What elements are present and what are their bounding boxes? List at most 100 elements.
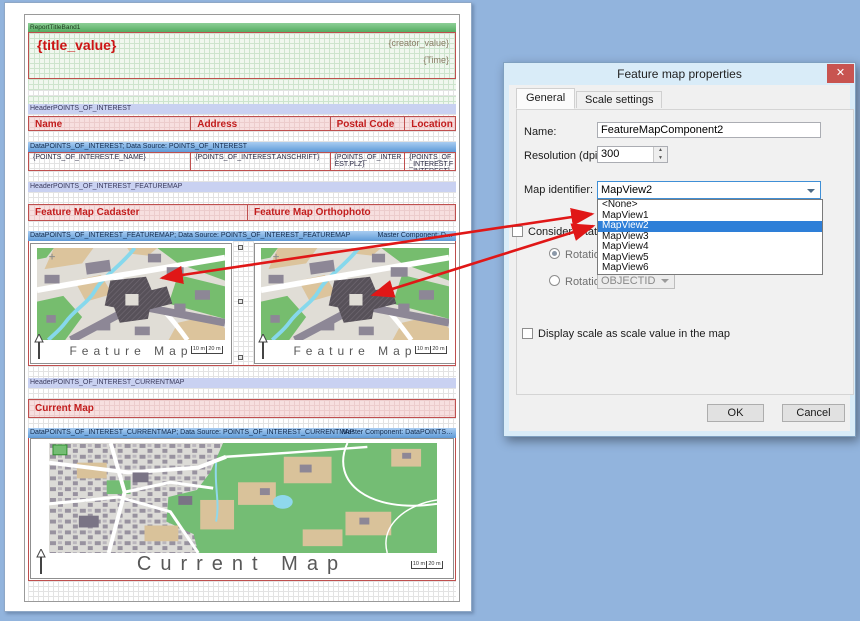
band-header-poi-label: HeaderPOINTS_OF_INTEREST <box>30 105 131 112</box>
scale-20m: 20 m <box>427 561 443 569</box>
chevron-down-icon[interactable] <box>807 189 815 193</box>
header-cell-name[interactable]: Name <box>29 117 191 130</box>
selection-handle[interactable] <box>238 355 243 360</box>
grid-row <box>28 418 456 428</box>
scale-bar: 10 m 20 m <box>411 561 443 569</box>
north-arrow-icon <box>258 334 268 360</box>
band-data-currentmap-master: Master Component: DataPOINTS… <box>342 428 453 438</box>
current-map-caption: Current Map <box>31 553 453 576</box>
band-header-featuremap[interactable]: HeaderPOINTS_OF_INTEREST_FEATUREMAP <box>28 182 456 192</box>
grid-row <box>28 131 456 142</box>
dropdown-option-mapview4[interactable]: MapView4 <box>598 242 822 253</box>
resolution-value[interactable]: 300 <box>598 147 653 162</box>
band-data-poi-label: DataPOINTS_OF_INTEREST; Data Source: POI… <box>30 143 247 150</box>
grid-row <box>28 366 456 378</box>
north-arrow-icon <box>34 334 44 360</box>
scale-bar: 10 m 20 m <box>191 346 223 354</box>
resolution-spinner[interactable]: 300 ▲ ▼ <box>597 146 668 163</box>
band-header-currentmap-label: HeaderPOINTS_OF_INTEREST_CURRENTMAP <box>30 379 184 386</box>
cancel-button[interactable]: Cancel <box>782 404 845 422</box>
grid-row <box>28 581 456 601</box>
header-cell-currentmap[interactable]: Current Map <box>29 400 455 414</box>
featuremap-header-row[interactable]: Feature Map Cadaster Feature Map Orthoph… <box>28 204 456 221</box>
grid-row <box>28 221 456 231</box>
grid-row <box>28 171 456 182</box>
header-cell-postal[interactable]: Postal Code <box>331 117 406 130</box>
name-label: Name: <box>524 126 556 138</box>
header-cell-location[interactable]: Location <box>405 117 455 130</box>
resolution-label: Resolution (dpi): <box>524 150 604 162</box>
field-cell-postal[interactable]: {POINTS_OF_INTEREST.PLZ} <box>331 153 406 170</box>
grid-row <box>28 192 456 204</box>
map-identifier-label: Map identifier: <box>524 184 593 196</box>
field-cell-location[interactable]: {POINTS_OF_INTEREST.F_INTEREST} <box>405 153 455 170</box>
header-cell-orthophoto[interactable]: Feature Map Orthophoto <box>248 205 455 220</box>
band-data-featuremap[interactable]: DataPOINTS_OF_INTEREST_FEATUREMAP; Data … <box>28 231 456 241</box>
title-value-field[interactable]: {title_value} <box>37 37 116 53</box>
rotation-value-radio[interactable] <box>549 248 560 259</box>
scale-bar: 10 m 20 m <box>415 346 447 354</box>
report-page: ReportTitleBand1 {title_value} {creator_… <box>4 2 472 612</box>
feature-map-properties-dialog: Feature map properties ✕ General Scale s… <box>503 62 856 437</box>
field-cell-address[interactable]: {POINTS_OF_INTEREST.ANSCHRIFT} <box>191 153 330 170</box>
featuremap-data-band[interactable]: Feature Map 10 m 20 m Feature Map 10 m 2… <box>28 241 456 366</box>
name-input[interactable] <box>597 122 821 138</box>
band-data-currentmap[interactable]: DataPOINTS_OF_INTEREST_CURRENTMAP; Data … <box>28 428 456 438</box>
screen: { "report": { "bands": { "report_title":… <box>0 0 860 621</box>
selection-handle[interactable] <box>238 245 243 250</box>
band-data-poi[interactable]: DataPOINTS_OF_INTEREST; Data Source: POI… <box>28 142 456 152</box>
consider-rotation-checkbox[interactable] <box>512 226 523 237</box>
band-report-title-label: ReportTitleBand1 <box>30 24 80 31</box>
spinner-down-icon[interactable]: ▼ <box>654 155 667 163</box>
dialog-title: Feature map properties <box>509 63 850 85</box>
dropdown-option-mapview2[interactable]: MapView2 <box>598 221 822 232</box>
grid-row <box>28 96 456 104</box>
feature-map-component-2[interactable]: Feature Map 10 m 20 m <box>254 243 456 364</box>
tab-general[interactable]: General <box>516 88 575 109</box>
spinner-up-icon[interactable]: ▲ <box>654 147 667 155</box>
band-data-featuremap-label: DataPOINTS_OF_INTEREST_FEATUREMAP; Data … <box>30 232 350 239</box>
header-cell-address[interactable]: Address <box>191 117 330 130</box>
report-title-area[interactable]: {title_value} {creator_value} {Time} <box>28 32 456 79</box>
scale-10m: 10 m <box>415 346 431 354</box>
band-data-featuremap-master: Master Component: D… <box>378 231 453 241</box>
chevron-down-icon <box>661 279 669 283</box>
grid-gap <box>233 241 254 366</box>
poi-data-row[interactable]: {POINTS_OF_INTEREST.E_NAME} {POINTS_OF_I… <box>28 152 456 171</box>
dialog-content: General Scale settings Name: Resolution … <box>509 85 850 431</box>
grid-row <box>28 388 456 399</box>
current-map-thumbnail <box>49 443 437 553</box>
band-header-currentmap[interactable]: HeaderPOINTS_OF_INTEREST_CURRENTMAP <box>28 378 456 388</box>
feature-map-thumbnail-cadaster <box>37 248 225 340</box>
band-report-title[interactable]: ReportTitleBand1 <box>28 23 456 32</box>
map-identifier-combobox[interactable]: MapView2 <box>597 181 821 199</box>
header-cell-cadaster[interactable]: Feature Map Cadaster <box>29 205 248 220</box>
currentmap-header-row[interactable]: Current Map <box>28 399 456 418</box>
scale-20m: 20 m <box>207 346 223 354</box>
poi-header-row[interactable]: Name Address Postal Code Location <box>28 116 456 131</box>
creator-value-field[interactable]: {creator_value} <box>388 38 449 48</box>
rotation-field-radio[interactable] <box>549 275 560 286</box>
currentmap-data-band[interactable]: Current Map 10 m 20 m <box>28 438 456 581</box>
time-field[interactable]: {Time} <box>388 55 449 65</box>
map-identifier-dropdown-list: <None> MapView1 MapView2 MapView3 MapVie… <box>597 199 823 275</box>
ok-button[interactable]: OK <box>707 404 764 422</box>
grid-row <box>28 79 456 90</box>
band-data-currentmap-label: DataPOINTS_OF_INTEREST_CURRENTMAP; Data … <box>30 429 354 436</box>
north-arrow-icon <box>36 549 46 575</box>
scale-20m: 20 m <box>431 346 447 354</box>
selection-handle[interactable] <box>238 299 243 304</box>
map-identifier-value: MapView2 <box>598 182 820 198</box>
close-icon[interactable]: ✕ <box>827 64 854 83</box>
display-scale-label: Display scale as scale value in the map <box>538 328 730 340</box>
current-map-component[interactable]: Current Map 10 m 20 m <box>30 438 454 579</box>
dropdown-option-mapview6[interactable]: MapView6 <box>598 263 822 274</box>
display-scale-checkbox[interactable] <box>522 328 533 339</box>
scale-10m: 10 m <box>191 346 207 354</box>
feature-map-thumbnail-orthophoto <box>261 248 449 340</box>
dropdown-option-none[interactable]: <None> <box>598 200 822 211</box>
field-cell-name[interactable]: {POINTS_OF_INTEREST.E_NAME} <box>29 153 191 170</box>
band-header-poi[interactable]: HeaderPOINTS_OF_INTEREST <box>28 104 456 114</box>
feature-map-component-1[interactable]: Feature Map 10 m 20 m <box>30 243 232 364</box>
tab-scale-settings[interactable]: Scale settings <box>576 91 662 108</box>
